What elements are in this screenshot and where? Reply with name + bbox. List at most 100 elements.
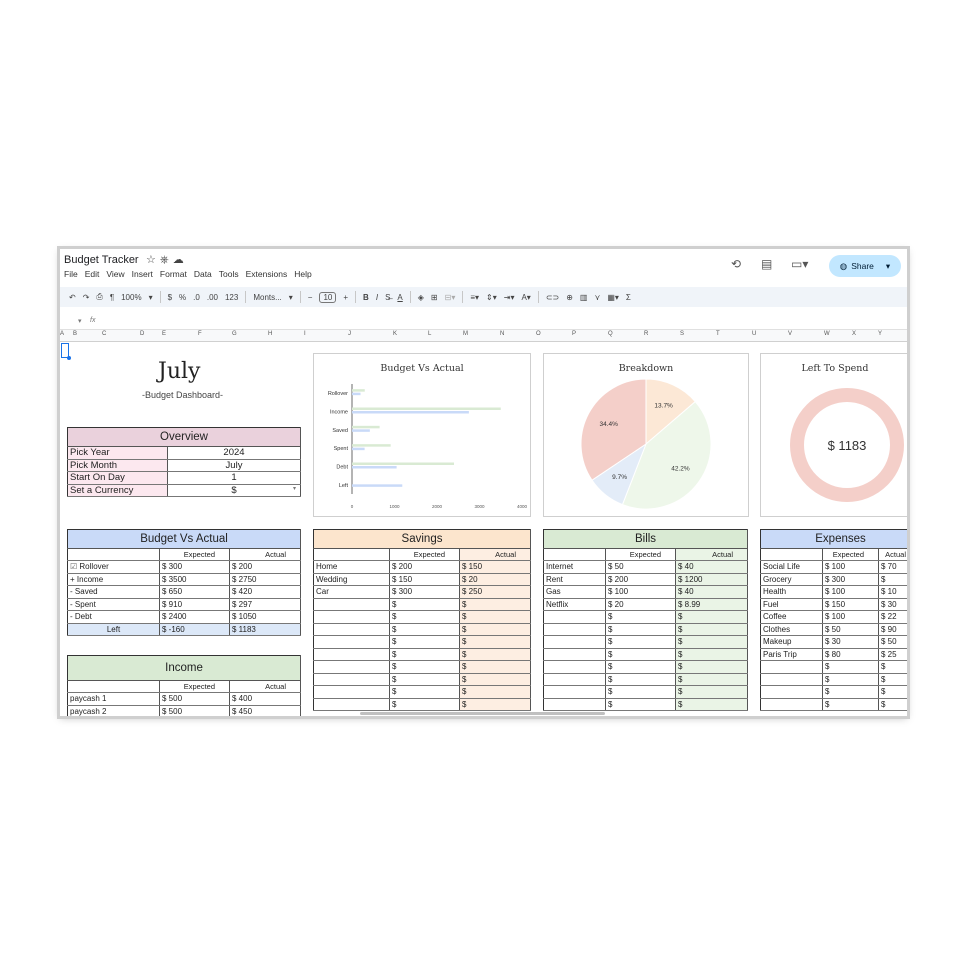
actual-cell[interactable]: $ 70 <box>878 560 907 574</box>
row-label[interactable] <box>313 623 390 636</box>
bar[interactable] <box>352 407 501 411</box>
expected-cell[interactable]: $ <box>605 648 676 661</box>
actual-cell[interactable]: $ <box>675 610 749 624</box>
actual-cell[interactable]: $ <box>675 660 749 674</box>
row-label[interactable]: Wedding <box>313 573 390 586</box>
bar[interactable] <box>352 484 403 487</box>
row-label[interactable]: Internet <box>543 560 606 574</box>
actual-cell[interactable]: $ <box>459 623 532 636</box>
expected-cell[interactable]: $ <box>389 648 460 661</box>
bar[interactable] <box>352 389 365 392</box>
expected-cell[interactable]: $ <box>605 610 676 624</box>
actual-cell[interactable]: $ 297 <box>229 598 302 611</box>
expected-cell[interactable]: $ 200 <box>605 573 676 586</box>
row-label[interactable] <box>543 685 606 699</box>
col-header-j[interactable]: J <box>348 331 351 337</box>
actual-cell[interactable]: $ 1200 <box>675 573 749 586</box>
increase-decimal-button[interactable]: .00 <box>207 293 218 302</box>
strikethrough-icon[interactable]: S̶ <box>385 293 390 302</box>
year-select[interactable]: 2024 <box>167 446 301 460</box>
actual-cell[interactable]: $ 40 <box>675 560 749 574</box>
actual-cell[interactable]: $ 50 <box>878 635 907 649</box>
expected-cell[interactable]: $ 150 <box>822 598 879 611</box>
expected-cell[interactable]: $ <box>389 623 460 636</box>
print-icon[interactable]: ⎙ <box>96 292 102 302</box>
zoom-select[interactable]: 100% <box>121 293 141 302</box>
cloud-icon[interactable]: ☁ <box>173 254 188 266</box>
expected-cell[interactable]: $ <box>605 698 676 711</box>
bar[interactable] <box>352 462 454 466</box>
row-label[interactable]: paycash 2 <box>67 705 160 716</box>
expected-cell[interactable]: $ 100 <box>822 610 879 624</box>
expected-cell[interactable]: $ 80 <box>822 648 879 661</box>
expected-cell[interactable]: $ <box>389 660 460 674</box>
expected-cell[interactable]: $ <box>605 685 676 699</box>
text-rotation-icon[interactable]: A▾ <box>521 293 530 302</box>
expected-cell[interactable]: $ 150 <box>389 573 460 586</box>
row-label[interactable]: Paris Trip <box>760 648 823 661</box>
chevron-down-icon[interactable]: ▾ <box>293 485 296 492</box>
actual-cell[interactable]: $ <box>459 698 532 711</box>
menu-extensions[interactable]: Extensions <box>246 269 288 279</box>
link-icon[interactable]: ⊂⊃ <box>546 293 559 302</box>
actual-cell[interactable]: $ 200 <box>229 560 302 574</box>
actual-cell[interactable]: $ <box>878 573 907 586</box>
actual-cell[interactable]: $ <box>459 635 532 649</box>
menu-format[interactable]: Format <box>160 269 187 279</box>
row-label[interactable] <box>313 610 390 624</box>
expected-cell[interactable]: $ 3500 <box>159 573 230 586</box>
row-label[interactable] <box>543 610 606 624</box>
actual-cell[interactable]: $ 1050 <box>229 610 302 624</box>
share-button[interactable]: ◍ Share ▾ <box>829 255 901 277</box>
row-label[interactable] <box>760 685 823 699</box>
expected-cell[interactable]: $ 50 <box>605 560 676 574</box>
actual-cell[interactable]: $ <box>878 660 907 674</box>
meet-icon[interactable]: ▭▾ <box>791 257 808 271</box>
actual-cell[interactable]: $ 90 <box>878 623 907 636</box>
bar[interactable] <box>352 411 469 414</box>
expected-cell[interactable]: $ 200 <box>389 560 460 574</box>
chevron-down-icon[interactable]: ▾ <box>289 293 293 302</box>
row-label[interactable]: Makeup <box>760 635 823 649</box>
actual-cell[interactable]: $ 8.99 <box>675 598 749 611</box>
undo-icon[interactable]: ↶ <box>69 293 76 302</box>
col-header-a[interactable]: A <box>60 331 64 337</box>
col-header-y[interactable]: Y <box>878 331 882 337</box>
vertical-align-icon[interactable]: ⇕▾ <box>486 293 497 302</box>
expected-cell[interactable]: $ 500 <box>159 705 230 716</box>
move-icon[interactable]: ⎈ <box>160 254 173 266</box>
currency-format-button[interactable]: $ <box>168 293 172 302</box>
actual-cell[interactable]: $ <box>675 698 749 711</box>
row-label[interactable]: Social Life <box>760 560 823 574</box>
col-header-v[interactable]: V <box>788 331 792 337</box>
row-label[interactable] <box>313 685 390 699</box>
actual-cell[interactable]: $ <box>459 610 532 624</box>
col-header-c[interactable]: C <box>102 331 106 337</box>
row-label[interactable]: Health <box>760 585 823 599</box>
expected-cell[interactable]: $ <box>389 685 460 699</box>
horizontal-scrollbar[interactable] <box>360 712 605 715</box>
doc-title[interactable]: Budget Tracker <box>64 254 139 266</box>
actual-cell[interactable]: $ 250 <box>459 585 532 599</box>
expected-cell[interactable]: $ <box>822 660 879 674</box>
functions-button[interactable]: Σ <box>626 293 631 302</box>
col-header-u[interactable]: U <box>752 331 756 337</box>
redo-icon[interactable]: ↷ <box>83 293 90 302</box>
col-header-f[interactable]: F <box>198 331 202 337</box>
col-header-p[interactable]: P <box>572 331 576 337</box>
expected-cell[interactable]: $ 20 <box>605 598 676 611</box>
start-day-input[interactable]: 1 <box>167 471 301 485</box>
expected-cell[interactable]: $ 500 <box>159 692 230 706</box>
menu-view[interactable]: View <box>106 269 124 279</box>
expected-cell[interactable]: $ <box>389 673 460 686</box>
expected-cell[interactable]: $ 100 <box>822 560 879 574</box>
expected-cell[interactable]: $ <box>822 698 879 711</box>
star-icon[interactable]: ☆ <box>146 254 160 266</box>
col-header-b[interactable]: B <box>73 331 77 337</box>
actual-cell[interactable]: $ <box>675 685 749 699</box>
col-header-o[interactable]: O <box>536 331 541 337</box>
expected-cell[interactable]: $ 300 <box>159 560 230 574</box>
row-label[interactable]: Clothes <box>760 623 823 636</box>
col-header-d[interactable]: D <box>140 331 144 337</box>
merge-cells-icon[interactable]: ⊟▾ <box>445 293 456 302</box>
